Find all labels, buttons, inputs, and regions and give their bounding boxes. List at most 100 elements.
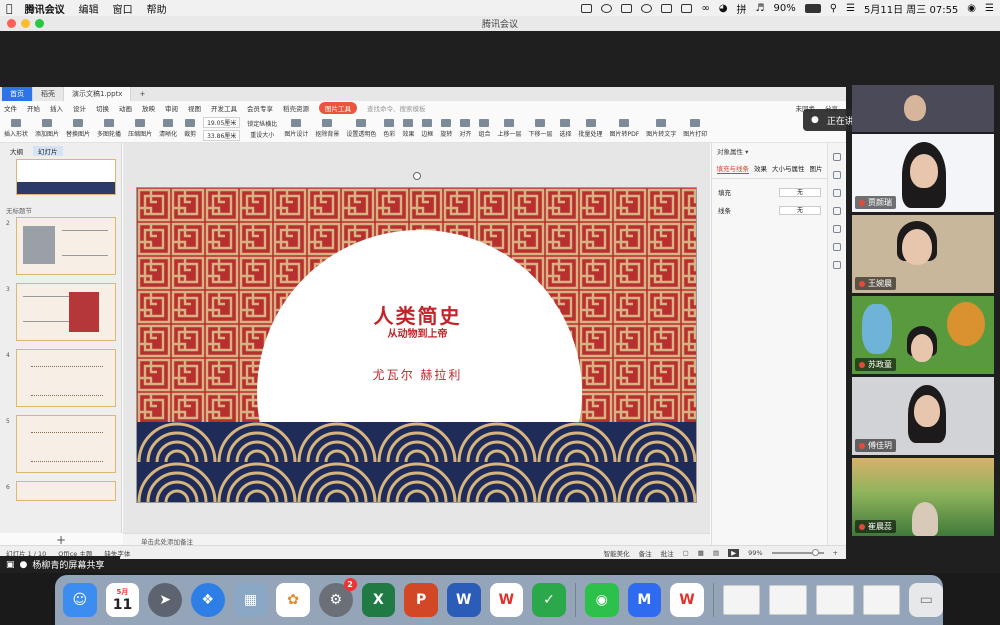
calendar-icon[interactable]: 5月 11 [105,583,140,617]
tab-docer[interactable]: 稻壳 [33,87,64,101]
slide-thumb-2[interactable]: 2 [6,217,116,275]
ribbon-transparent[interactable]: 设置透明色 [346,119,376,138]
slide-thumb-4[interactable]: 4 [6,349,116,407]
line-row[interactable]: 线条 无 [712,197,827,215]
ribbon-design[interactable]: 图片设计 [284,119,308,138]
ribbon-remove-bg[interactable]: 抠除背景 [315,119,339,138]
tab-document[interactable]: 演示文稿1.pptx [64,87,132,101]
participant-video[interactable]: 傅佳玥 [852,377,994,455]
tab-effect[interactable]: 效果 [754,163,767,174]
trash-icon[interactable]: ▭ [909,583,944,617]
tab-home[interactable]: 首页 [2,87,33,101]
ribbon-combine[interactable]: 组合 [478,119,490,138]
ribbon-rotate[interactable]: 旋转 [440,119,452,138]
wechat-icon[interactable] [641,3,653,13]
system-preferences-icon[interactable]: ⚙ 2 [318,578,357,617]
participant-video[interactable]: 王婉晨 [852,215,994,293]
animation-icon[interactable] [832,189,841,197]
wechat-icon[interactable]: ◉ [584,583,619,617]
fill-row[interactable]: 填充 无 [712,179,827,197]
notes-field[interactable]: 单击此处添加备注 [123,533,710,546]
screen-share-label[interactable]: ▣ ● 杨柳青的屏幕共享 [0,556,120,573]
zoom-slider[interactable] [771,548,824,556]
safari-icon[interactable]: ❖ [190,583,225,617]
menu-insert[interactable]: 插入 [50,103,63,113]
ribbon-crop[interactable]: 裁剪 [184,119,196,138]
ribbon-multi-image[interactable]: 多图轮播 [97,119,121,138]
ribbon-up[interactable]: 上移一层 [497,119,521,138]
video-icon[interactable] [661,3,673,13]
menu-design[interactable]: 设计 [73,103,86,113]
ribbon-print[interactable]: 图片打印 [683,119,707,138]
status-icon[interactable] [601,3,613,13]
slide-thumb-5[interactable]: 5 [6,415,116,473]
menu-start[interactable]: 开始 [27,103,40,113]
screen-mirror-icon[interactable] [581,3,593,13]
excel-icon[interactable]: X [361,583,396,617]
security-shield-icon[interactable]: ✓ [532,583,566,617]
play-icon[interactable]: ▶ [728,548,740,557]
menu-file[interactable]: 文件 [4,103,17,113]
photos-icon[interactable]: ✿ [276,583,310,617]
notes-button[interactable]: 备注 [639,548,652,558]
word-icon[interactable]: W [446,583,481,617]
tencent-meeting-icon[interactable]: M [627,583,662,617]
current-slide[interactable]: 人类简史 从动物到上帝 尤瓦尔 赫拉利 [136,187,697,503]
rotate-handle[interactable] [413,172,421,180]
menu-developer[interactable]: 开发工具 [211,103,237,113]
line-select[interactable]: 无 [779,205,821,215]
slide-thumb-1[interactable] [16,159,116,195]
copy-icon[interactable] [832,207,841,215]
ribbon-select[interactable]: 选择 [559,119,572,138]
slide-thumb-6[interactable]: 6 [6,481,116,501]
participant-video-top[interactable] [852,85,994,132]
powerpoint-icon[interactable]: P [404,583,438,617]
height-input[interactable]: 19.05厘米 [203,116,241,128]
wps-office-icon[interactable]: W [670,583,704,617]
menu-app-name[interactable]: 腾讯会议 [25,1,65,16]
control-center-icon[interactable]: ☰ [846,3,855,14]
participant-video[interactable]: 贾颜瑞 [852,134,994,212]
menu-review[interactable]: 审阅 [165,103,178,113]
menu-edit[interactable]: 编辑 [79,1,99,16]
ribbon-down[interactable]: 下移一层 [528,119,552,138]
ribbon-align[interactable]: 对齐 [459,119,471,138]
menu-window[interactable]: 窗口 [113,1,133,16]
notification-icon[interactable]: ☰ [985,3,994,14]
reading-view-icon[interactable]: ▤ [713,549,719,557]
zoom-level[interactable]: 99% [748,549,762,557]
preview-icon[interactable]: ▦ [233,583,268,617]
width-input[interactable]: 33.86厘米 [203,129,241,141]
tab-size[interactable]: 大小与属性 [772,163,805,174]
clock[interactable]: 5月11日 周三 07:55 [864,1,958,16]
ribbon-effect[interactable]: 效果 [402,119,414,138]
wps-icon[interactable]: W [489,583,524,617]
participant-video[interactable]: 苏政童 [852,296,994,374]
input-method-icon[interactable]: 拼 [737,1,747,16]
ribbon-add-image[interactable]: 添加图片 [35,119,59,138]
location-icon[interactable] [832,261,841,269]
zoom-in-icon[interactable]: + [833,549,838,557]
ribbon-color[interactable]: 色彩 [383,119,395,138]
launchpad-icon[interactable]: ➤ [148,583,182,617]
participant-video[interactable]: 崔晨蕊 [852,458,994,536]
tab-slides[interactable]: 幻灯片 [33,146,63,156]
display-icon[interactable] [681,3,693,13]
menu-vip[interactable]: 会员专享 [247,103,273,113]
ribbon-to-text[interactable]: 图片转文字 [646,119,676,138]
new-tab-button[interactable]: + [131,87,153,101]
ribbon-to-pdf[interactable]: 图片转PDF [610,119,639,138]
comment-button[interactable]: 批注 [661,548,674,558]
properties-icon[interactable] [832,171,841,179]
smart-beautify-button[interactable]: 智能美化 [604,548,630,558]
bluetooth-icon[interactable]: ∞ [701,3,709,14]
minimized-window[interactable] [862,585,901,615]
ribbon-batch[interactable]: 批量处理 [579,119,603,138]
menu-help[interactable]: 帮助 [147,1,167,16]
shape-icon[interactable] [832,225,841,233]
slide-author[interactable]: 尤瓦尔 赫拉利 [137,366,696,383]
battery-percent[interactable]: 90% [774,3,796,14]
ribbon-compress[interactable]: 压缩图片 [128,119,152,138]
menu-animation[interactable]: 动画 [119,103,132,113]
shield-icon[interactable] [621,3,633,13]
